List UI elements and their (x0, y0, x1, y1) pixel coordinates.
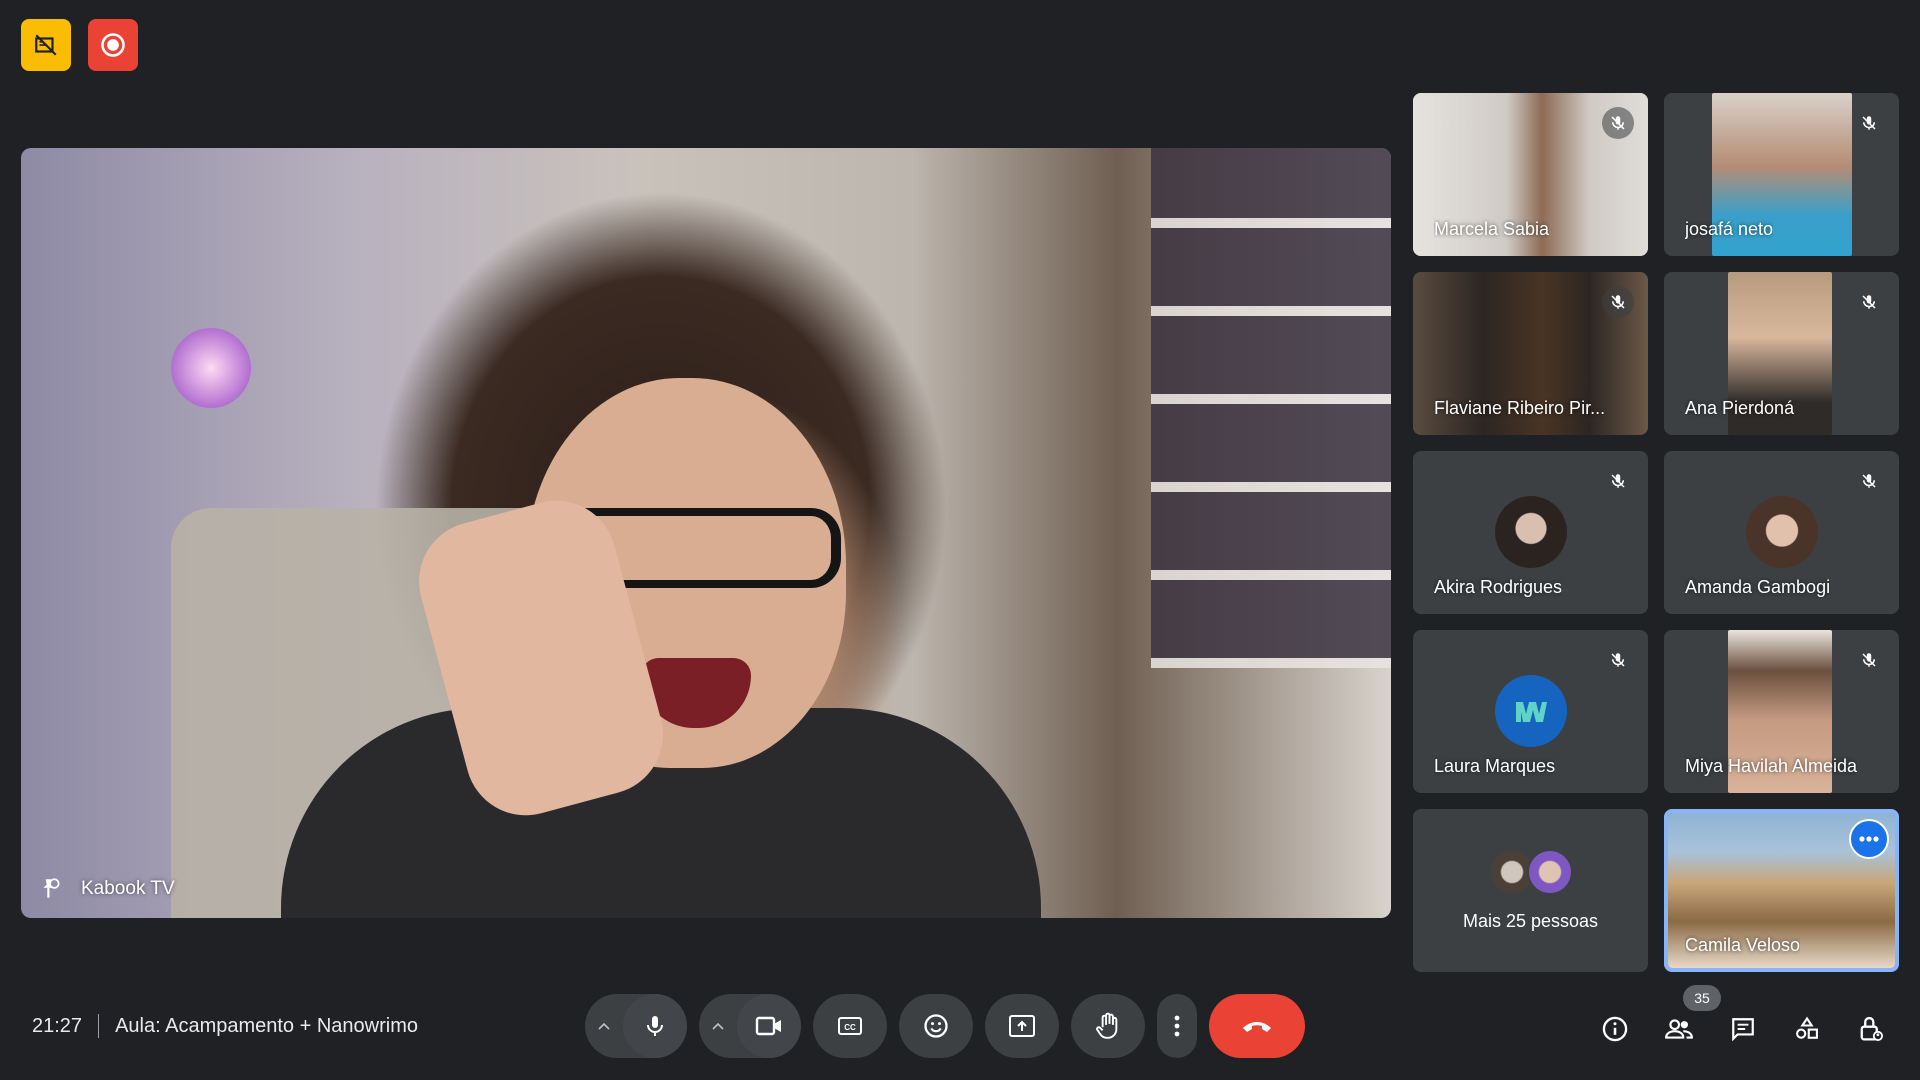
emoji-icon[interactable] (899, 994, 973, 1058)
main-speaker-label: Kabook TV (35, 874, 175, 904)
camera-icon[interactable] (737, 994, 801, 1058)
meeting-title: Aula: Acampamento + Nanowrimo (115, 1014, 418, 1037)
meeting-side-controls (1594, 1008, 1892, 1050)
avatar (1494, 496, 1567, 568)
participant-tile[interactable]: Ana Pierdoná (1664, 272, 1899, 435)
participant-name: Marcela Sabia (1434, 219, 1550, 239)
muted-mic-icon (1853, 286, 1885, 318)
avatar (1526, 849, 1573, 895)
activities-icon[interactable] (1786, 1008, 1828, 1050)
present-icon[interactable] (985, 994, 1059, 1058)
lamp-background (171, 328, 251, 408)
participant-name: Laura Marques (1434, 756, 1556, 776)
raise-hand-icon[interactable] (1071, 994, 1145, 1058)
participant-name: Flaviane Ribeiro Pir... (1434, 398, 1606, 418)
muted-mic-icon (1853, 465, 1885, 497)
participant-tile[interactable]: Marcela Sabia (1413, 93, 1648, 256)
end-call-icon[interactable] (1209, 994, 1305, 1058)
recording-icon (88, 19, 138, 71)
main-speaker-name: Kabook TV (81, 878, 175, 899)
meeting-info: 21:27 Aula: Acampamento + Nanowrimo (32, 1014, 418, 1038)
muted-mic-icon (1853, 644, 1885, 676)
participant-grid: Marcela Sabia josafá neto Flaviane Ribei… (1413, 93, 1899, 972)
svg-text:CC: CC (844, 1023, 856, 1032)
people-icon[interactable] (1658, 1008, 1700, 1050)
captions-icon[interactable]: CC (813, 994, 887, 1058)
participant-name: Amanda Gambogi (1685, 577, 1831, 597)
more-participants-label: Mais 25 pessoas (1462, 911, 1599, 931)
pin-icon[interactable] (35, 874, 65, 904)
muted-mic-icon (1602, 644, 1634, 676)
divider (98, 1014, 100, 1038)
top-status-badges (21, 19, 138, 71)
more-participants-avatars (1488, 849, 1573, 895)
call-controls: CC (585, 994, 1305, 1058)
participant-tile[interactable]: Laura Marques (1413, 630, 1648, 793)
muted-mic-icon (1602, 286, 1634, 318)
chat-icon[interactable] (1722, 1008, 1764, 1050)
no-video-badge-icon (21, 19, 71, 71)
participant-tile[interactable]: Flaviane Ribeiro Pir... (1413, 272, 1648, 435)
muted-mic-icon (1602, 107, 1634, 139)
more-options-icon[interactable] (1849, 819, 1889, 859)
participant-name: Ana Pierdoná (1685, 398, 1795, 418)
participant-name: Miya Havilah Almeida (1685, 756, 1858, 776)
participant-tile[interactable]: Amanda Gambogi (1664, 451, 1899, 614)
info-icon[interactable] (1594, 1008, 1636, 1050)
avatar (1494, 675, 1567, 747)
self-view-tile[interactable]: Camila Veloso (1664, 809, 1899, 972)
participant-name: Akira Rodrigues (1434, 577, 1563, 597)
participant-name: Camila Veloso (1685, 935, 1801, 955)
avatar (1745, 496, 1818, 568)
more-participants-tile[interactable]: Mais 25 pessoas (1413, 809, 1648, 972)
participant-tile[interactable]: Miya Havilah Almeida (1664, 630, 1899, 793)
host-controls-icon[interactable] (1850, 1008, 1892, 1050)
participant-tile[interactable]: Akira Rodrigues (1413, 451, 1648, 614)
muted-mic-icon (1602, 465, 1634, 497)
logo-icon (1515, 702, 1547, 722)
participant-name: josafá neto (1685, 219, 1774, 239)
camera-control-group (699, 994, 801, 1058)
bookshelf-background (1151, 148, 1391, 668)
mic-icon[interactable] (623, 994, 687, 1058)
main-speaker-video[interactable]: Kabook TV (21, 148, 1391, 918)
camera-options-caret-icon[interactable] (699, 994, 737, 1058)
mic-control-group (585, 994, 687, 1058)
muted-mic-icon (1853, 107, 1885, 139)
clock: 21:27 (32, 1014, 83, 1037)
more-options-icon[interactable] (1157, 994, 1197, 1058)
participant-tile[interactable]: josafá neto (1664, 93, 1899, 256)
mic-options-caret-icon[interactable] (585, 994, 623, 1058)
bottom-bar: 21:27 Aula: Acampamento + Nanowrimo CC 3… (0, 985, 1920, 1062)
